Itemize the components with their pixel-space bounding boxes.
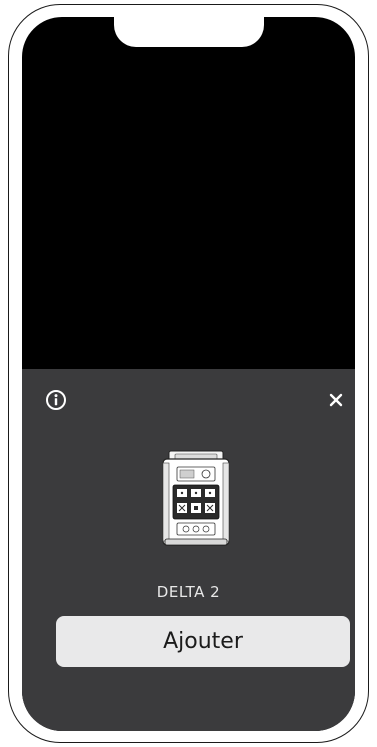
device-name: DELTA 2	[156, 583, 221, 601]
add-button[interactable]: Ajouter	[56, 616, 350, 667]
phone-screen: DELTA 2 Ajouter	[22, 17, 355, 731]
info-icon[interactable]	[45, 389, 67, 411]
phone-notch	[114, 17, 264, 47]
device-image	[159, 449, 233, 549]
close-icon[interactable]	[325, 389, 347, 411]
add-device-sheet: DELTA 2 Ajouter	[22, 369, 355, 731]
